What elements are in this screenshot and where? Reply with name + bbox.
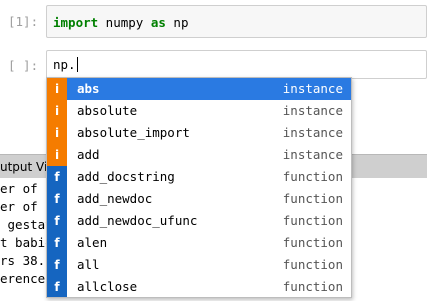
autocomplete-popup[interactable]: i abs instance i absolute instance i absolute_i… <box>46 77 352 298</box>
function-badge-icon: f <box>47 166 67 188</box>
completion-name: allclose <box>77 279 138 294</box>
completion-type: instance <box>282 81 343 96</box>
cell-2-prompt: [ ]: <box>8 58 39 73</box>
output-line: gestat <box>0 217 53 232</box>
completion-type: instance <box>282 103 343 118</box>
alias-name: np <box>165 15 189 30</box>
completion-type: function <box>282 257 343 272</box>
code-text: np. <box>53 57 76 72</box>
output-line: t babie <box>0 235 53 250</box>
function-badge-icon: f <box>47 188 67 210</box>
completion-name: alen <box>77 235 108 250</box>
instance-badge-icon: i <box>47 100 67 122</box>
completion-name: add <box>77 147 100 162</box>
cell-1-prompt: [1]: <box>8 14 39 29</box>
text-cursor <box>76 57 78 72</box>
instance-badge-icon: i <box>47 122 67 144</box>
completion-type: instance <box>282 147 343 162</box>
output-line: rs 38.5 <box>0 253 53 268</box>
completion-name: add_newdoc_ufunc <box>77 213 198 228</box>
completion-name: add_newdoc <box>77 191 153 206</box>
completion-name: all <box>77 257 100 272</box>
function-badge-icon: f <box>47 232 67 254</box>
completion-item[interactable]: i add instance <box>47 144 351 166</box>
function-badge-icon: f <box>47 210 67 232</box>
output-line: erence <box>0 271 46 286</box>
completion-name: abs <box>77 81 100 96</box>
completion-item[interactable]: i abs instance <box>47 78 351 100</box>
completion-type: instance <box>282 125 343 140</box>
output-line: er of c <box>0 199 53 214</box>
completion-name: absolute_import <box>77 125 190 140</box>
module-name: numpy <box>98 15 151 30</box>
completion-type: function <box>282 169 343 184</box>
keyword-as: as <box>150 15 166 30</box>
completion-item[interactable]: i absolute instance <box>47 100 351 122</box>
instance-badge-icon: i <box>47 144 67 166</box>
completion-item[interactable]: f add_newdoc_ufunc function <box>47 210 351 232</box>
completion-type: function <box>282 279 343 294</box>
function-badge-icon: f <box>47 254 67 276</box>
completion-type: function <box>282 235 343 250</box>
output-line: er of 1 <box>0 181 53 196</box>
completion-item[interactable]: f add_newdoc function <box>47 188 351 210</box>
completion-name: absolute <box>77 103 138 118</box>
completion-item[interactable]: f all function <box>47 254 351 276</box>
code-cell-1[interactable]: import numpy as np <box>46 5 427 38</box>
code-line: np. <box>53 57 78 72</box>
completion-item[interactable]: i absolute_import instance <box>47 122 351 144</box>
completion-name: add_docstring <box>77 169 175 184</box>
completion-item[interactable]: f allclose function <box>47 276 351 297</box>
completion-item[interactable]: f alen function <box>47 232 351 254</box>
completion-type: function <box>282 191 343 206</box>
code-line: import numpy as np <box>53 15 188 30</box>
instance-badge-icon: i <box>47 78 67 100</box>
completion-type: function <box>282 213 343 228</box>
keyword-import: import <box>53 15 99 30</box>
function-badge-icon: f <box>47 276 67 297</box>
completion-item[interactable]: f add_docstring function <box>47 166 351 188</box>
code-cell-2[interactable]: np. <box>46 50 427 79</box>
